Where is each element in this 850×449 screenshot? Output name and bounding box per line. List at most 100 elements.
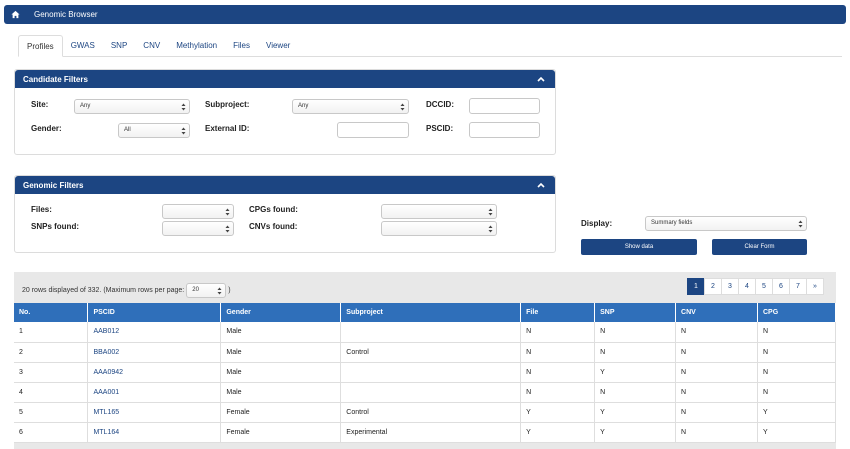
column-header[interactable]: Subproject [340, 303, 522, 322]
table-cell: Male [220, 382, 342, 403]
snps-found-label: SNPs found: [31, 222, 79, 231]
table-cell: N [757, 362, 837, 383]
table-row: 4 AAA001 Male N N N N [14, 382, 837, 403]
site-label: Site: [31, 100, 49, 109]
genomic-filters-panel: Genomic Filters Files: CPGs found: SNPs … [14, 175, 556, 253]
pscid-label: PSCID: [426, 124, 454, 133]
display-select-value: Summary fields [651, 220, 693, 226]
genomic-filters-header[interactable]: Genomic Filters [15, 176, 555, 194]
table-cell: Y [520, 422, 596, 443]
page-button[interactable]: 1 [687, 278, 705, 295]
cpgs-found-select[interactable] [381, 204, 497, 219]
column-header[interactable]: CNV [675, 303, 758, 322]
pscid-link[interactable]: MTL164 [87, 422, 222, 443]
page-button[interactable]: 2 [704, 278, 722, 295]
snps-found-select[interactable] [162, 221, 234, 236]
top-navbar: Genomic Browser [4, 5, 846, 24]
module-tabs: Profiles GWAS SNP CNV Methylation Files … [18, 35, 842, 57]
site-select[interactable]: Any [74, 99, 190, 114]
tab-viewer[interactable]: Viewer [258, 35, 298, 57]
column-header[interactable]: SNP [594, 303, 677, 322]
table-cell: N [675, 382, 758, 403]
table-row: 1 AAB012 Male N N N N [14, 322, 837, 343]
table-cell: N [675, 422, 758, 443]
pscid-input[interactable] [469, 122, 540, 138]
app-title[interactable]: Genomic Browser [34, 10, 98, 19]
collapse-icon[interactable] [535, 73, 547, 85]
tab-gwas[interactable]: GWAS [63, 35, 103, 57]
table-cell: N [520, 342, 596, 363]
select-arrows-icon [225, 225, 230, 233]
pscid-link[interactable]: MTL165 [87, 402, 222, 423]
table-cell: N [520, 362, 596, 383]
column-header[interactable]: Gender [220, 303, 342, 322]
table-cell: 3 [14, 362, 89, 383]
page-button[interactable]: 7 [789, 278, 807, 295]
cnvs-found-select[interactable] [381, 221, 497, 236]
candidate-filters-panel: Candidate Filters Site: Any Subproject: … [14, 69, 556, 155]
rows-per-page-select[interactable]: 20 [186, 283, 227, 298]
select-arrows-icon [217, 287, 222, 295]
table-cell [340, 382, 522, 403]
gender-select[interactable]: All [118, 123, 190, 138]
tab-snp[interactable]: SNP [103, 35, 135, 57]
tab-cnv[interactable]: CNV [135, 35, 168, 57]
select-arrows-icon [181, 127, 186, 135]
table-cell: Control [340, 342, 522, 363]
candidate-filters-header[interactable]: Candidate Filters [15, 70, 555, 88]
cpgs-found-label: CPGs found: [249, 205, 298, 214]
rows-info: 20 rows displayed of 332. (Maximum rows … [22, 283, 231, 298]
table-cell: N [675, 342, 758, 363]
pscid-link[interactable]: BBA002 [87, 342, 222, 363]
pscid-link[interactable]: AAA001 [87, 382, 222, 403]
dccid-label: DCCID: [426, 100, 454, 109]
column-header[interactable]: No. [14, 303, 89, 322]
rows-info-suffix: ) [228, 287, 231, 294]
tab-profiles[interactable]: Profiles [18, 35, 63, 57]
results-panel: 20 rows displayed of 332. (Maximum rows … [14, 272, 837, 449]
display-select[interactable]: Summary fields [645, 216, 807, 231]
table-cell: Y [594, 422, 677, 443]
external-id-input[interactable] [337, 122, 409, 138]
pscid-link[interactable]: AAA0942 [87, 362, 222, 383]
page-button[interactable]: 3 [721, 278, 739, 295]
subproject-label: Subproject: [205, 100, 250, 109]
table-cell: Male [220, 362, 342, 383]
table-cell: Male [220, 322, 342, 343]
select-arrows-icon [181, 103, 186, 111]
table-cell: Female [220, 402, 342, 423]
subproject-select[interactable]: Any [292, 99, 409, 114]
subproject-select-value: Any [298, 103, 309, 109]
rows-info-text: 20 rows displayed of 332. (Maximum rows … [22, 287, 185, 294]
column-header[interactable]: File [520, 303, 596, 322]
home-icon[interactable] [4, 5, 26, 24]
select-arrows-icon [225, 208, 230, 216]
page-button[interactable]: 5 [755, 278, 773, 295]
table-cell: Y [757, 402, 837, 423]
display-label: Display: [581, 219, 613, 228]
table-cell: Y [757, 422, 837, 443]
table-cell [340, 322, 522, 343]
clear-form-button[interactable]: Clear Form [712, 239, 807, 255]
table-cell [340, 362, 522, 383]
page-button[interactable]: 6 [772, 278, 790, 295]
page-button[interactable]: 4 [738, 278, 756, 295]
table-header-row: No. PSCID Gender Subproject File SNP CNV CPG [14, 303, 837, 322]
rows-per-page-value: 20 [192, 287, 199, 293]
pscid-link[interactable]: AAB012 [87, 322, 222, 343]
column-header[interactable]: PSCID [87, 303, 222, 322]
genomic-filters-title: Genomic Filters [23, 180, 84, 190]
table-cell: Y [520, 402, 596, 423]
next-page-button[interactable]: » [806, 278, 824, 295]
files-select[interactable] [162, 204, 234, 219]
tab-files[interactable]: Files [225, 35, 258, 57]
collapse-icon[interactable] [535, 179, 547, 191]
table-row: 2 BBA002 Male Control N N N N [14, 342, 837, 363]
gender-label: Gender: [31, 124, 62, 133]
show-data-button[interactable]: Show data [581, 239, 697, 255]
table-cell: N [757, 342, 837, 363]
column-header[interactable]: CPG [757, 303, 837, 322]
dccid-input[interactable] [469, 98, 540, 114]
table-cell: 6 [14, 422, 89, 443]
tab-methylation[interactable]: Methylation [168, 35, 225, 57]
